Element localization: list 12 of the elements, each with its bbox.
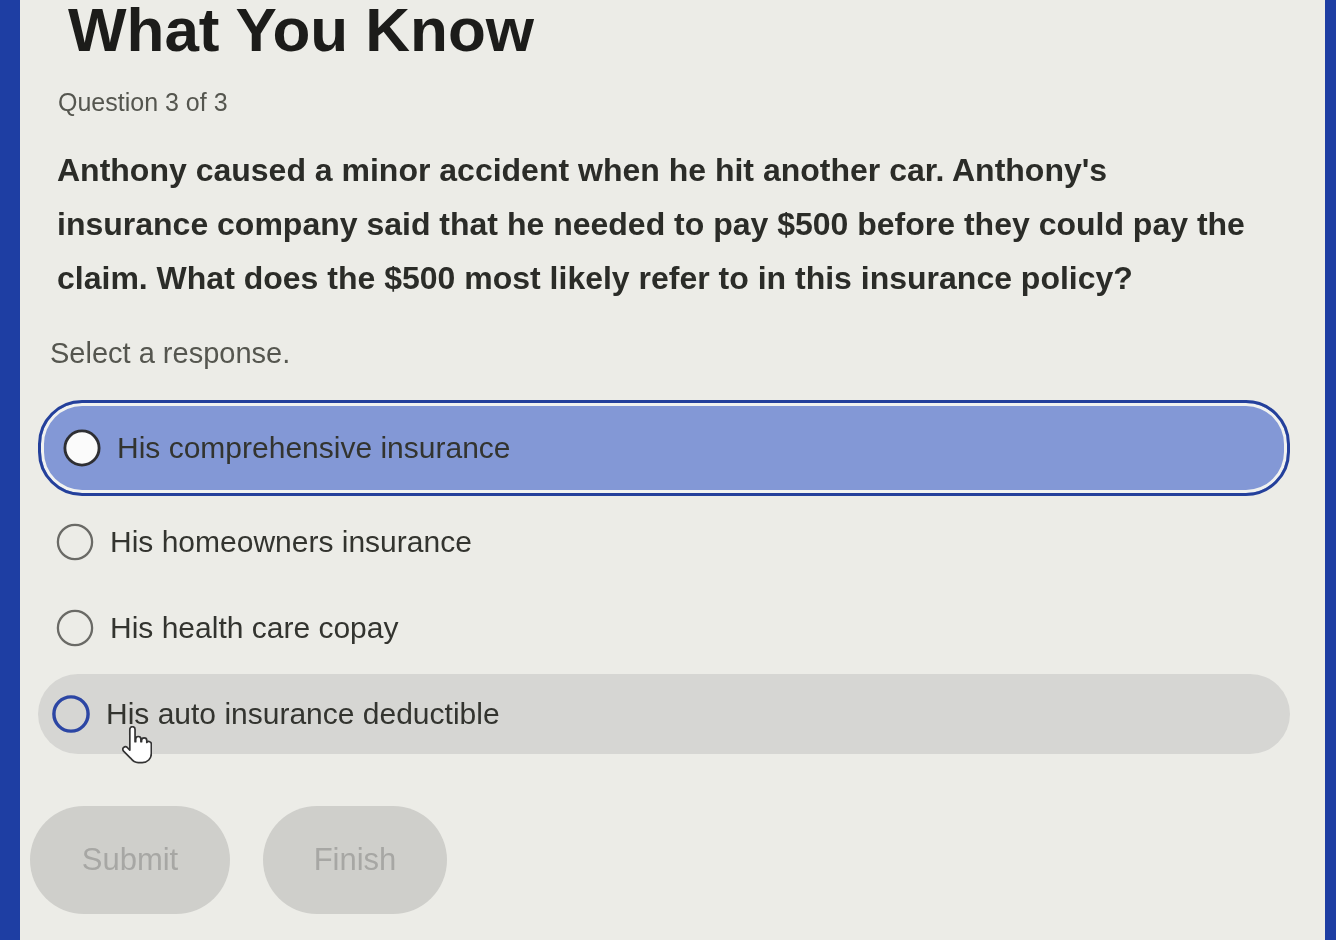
answer-option[interactable]: His homeowners insurance [38,502,1290,582]
instruction-text: Select a response. [50,336,291,370]
answer-option[interactable]: His comprehensive insurance [38,400,1290,496]
radio-button[interactable] [56,523,94,561]
answer-option[interactable]: His health care copay [38,588,1290,668]
question-counter: Question 3 of 3 [58,88,228,116]
page-title: What You Know [68,0,535,60]
question-text: Anthony caused a minor accident when he hit another car. Anthony's insurance company said that he needed to pay $500 before they could pay the claim. What does the $500 most likely refer to in this insurance policy? [57,151,1246,298]
hand-cursor-icon [122,726,152,764]
radio-button[interactable] [52,695,90,733]
radio-button[interactable] [56,609,94,647]
radio-button[interactable] [63,429,101,467]
